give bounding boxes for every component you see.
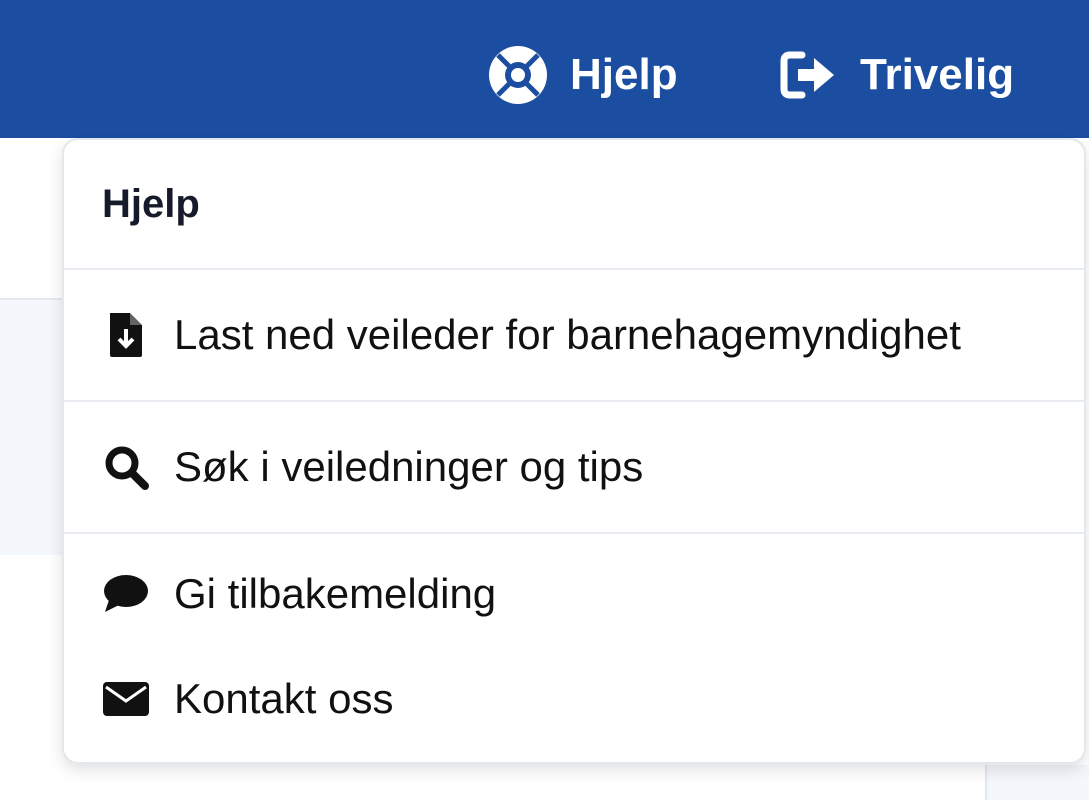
menu-item-feedback[interactable]: Gi tilbakemelding — [64, 534, 1084, 654]
help-dropdown-menu: Hjelp Last ned veileder for barnehagemyn… — [62, 138, 1086, 764]
menu-item-label: Gi tilbakemelding — [174, 570, 497, 617]
menu-item-label: Søk i veiledninger og tips — [174, 443, 644, 490]
background-card — [0, 138, 70, 300]
top-navigation-bar: Hjelp Trivelig — [0, 0, 1089, 138]
menu-item-contact[interactable]: Kontakt oss — [64, 654, 1084, 744]
envelope-icon — [102, 675, 150, 723]
lifebuoy-icon — [488, 45, 548, 105]
help-menu-title: Hjelp — [64, 140, 1084, 270]
logout-button-label: Trivelig — [860, 50, 1015, 99]
sign-out-icon — [778, 45, 838, 105]
menu-item-label: Last ned veileder for barnehagemyndighet — [174, 311, 961, 358]
menu-item-search-guides[interactable]: Søk i veiledninger og tips — [64, 402, 1084, 534]
help-button-label: Hjelp — [570, 50, 678, 99]
menu-item-download-guide[interactable]: Last ned veileder for barnehagemyndighet — [64, 270, 1084, 402]
menu-item-label: Kontakt oss — [174, 675, 394, 722]
comment-icon — [102, 570, 150, 618]
search-icon — [102, 443, 150, 491]
file-download-icon — [102, 311, 150, 359]
background-panel-right — [985, 765, 1089, 800]
background-panel — [0, 300, 70, 555]
help-button[interactable]: Hjelp — [488, 44, 678, 106]
logout-button[interactable]: Trivelig — [778, 44, 1014, 106]
